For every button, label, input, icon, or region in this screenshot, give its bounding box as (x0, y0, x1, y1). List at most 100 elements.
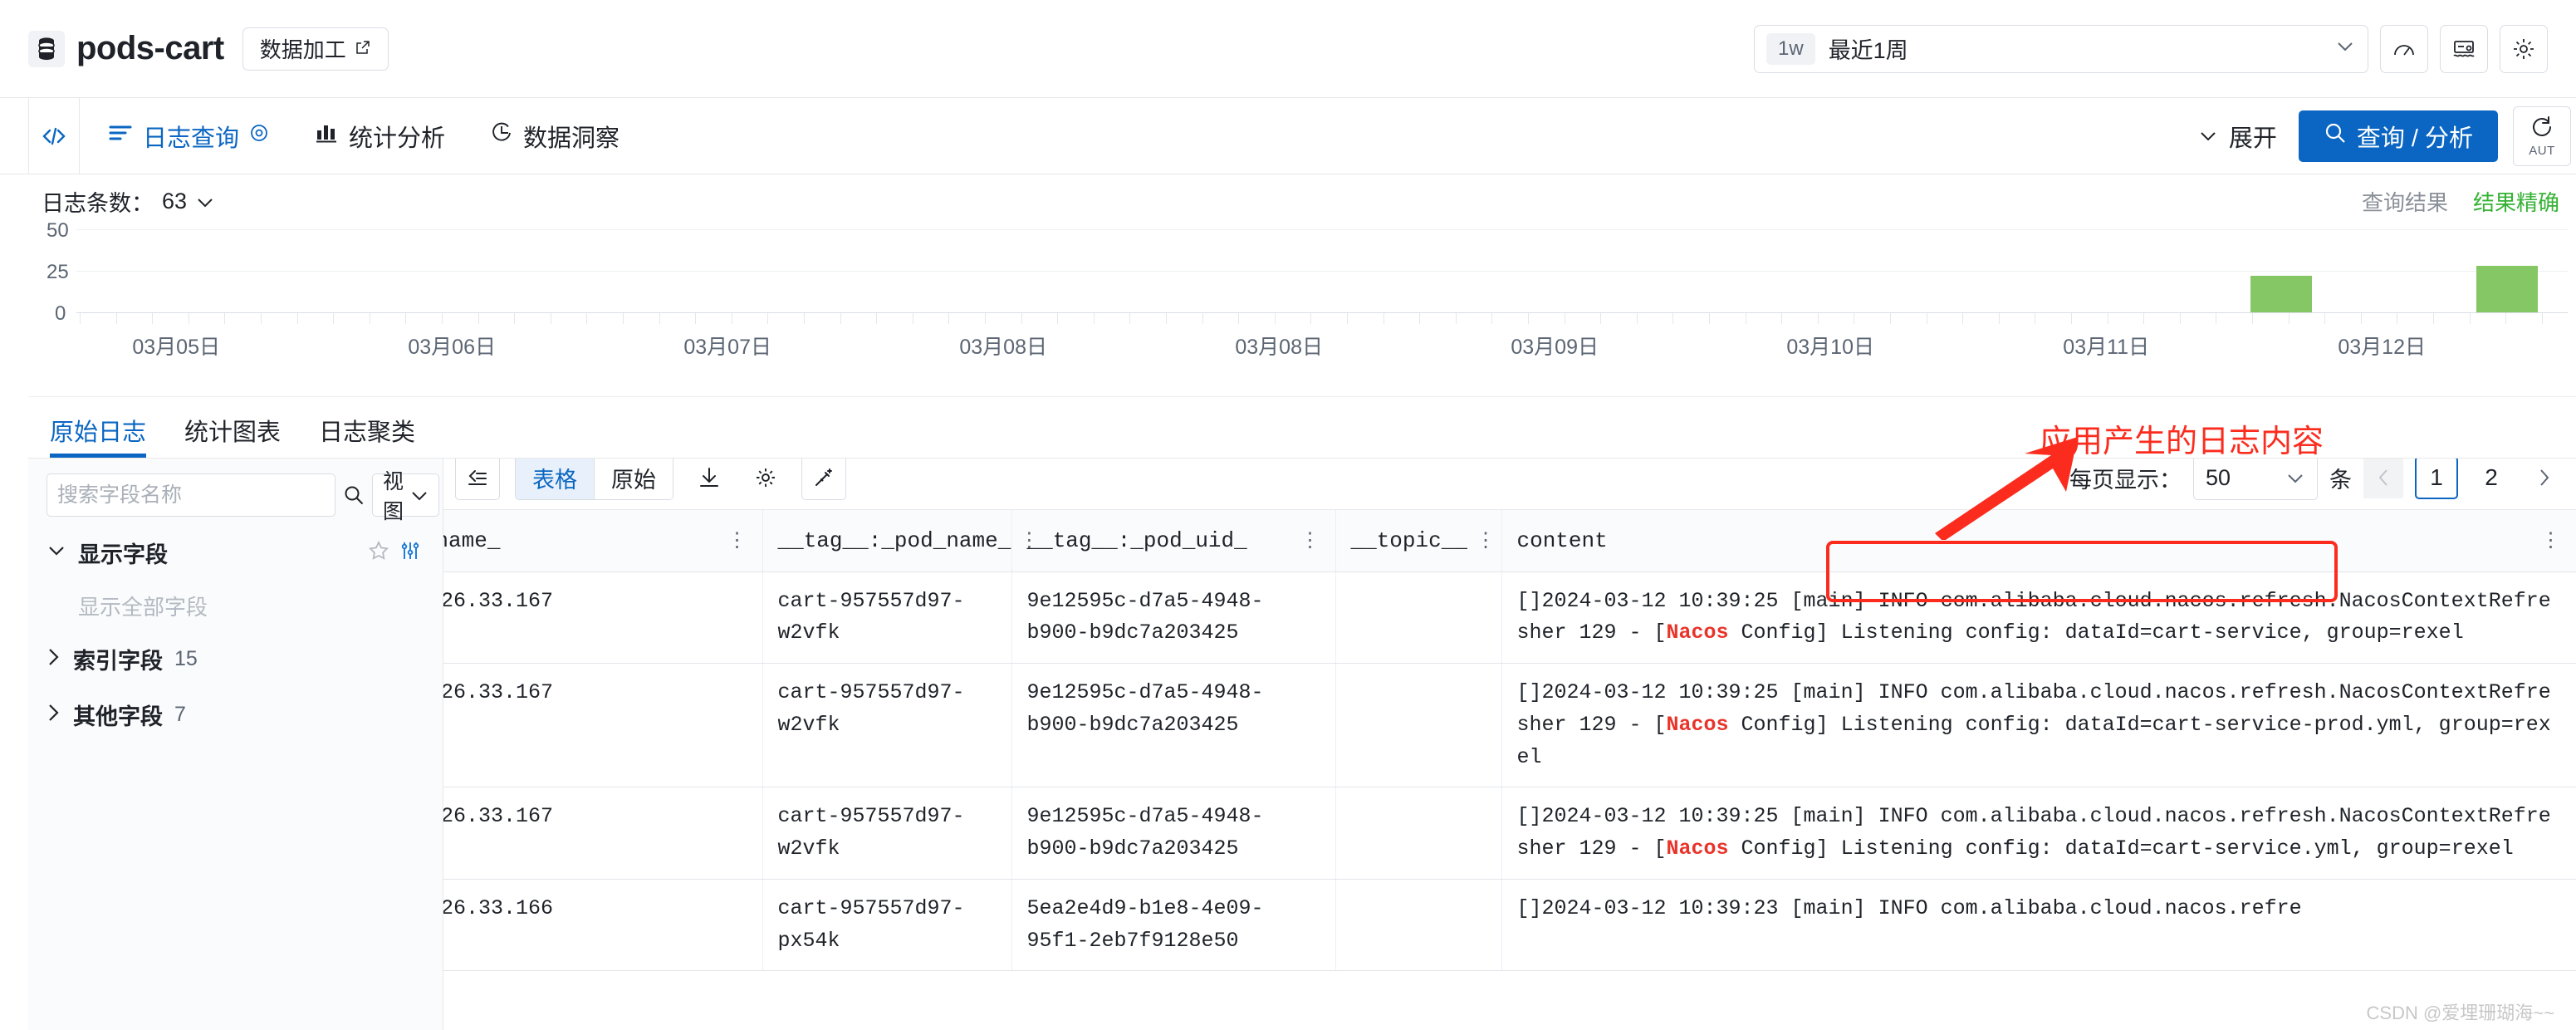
data-processing-button[interactable]: 数据加工 (242, 27, 389, 71)
tab-raw-logs[interactable]: 原始日志 (50, 413, 147, 458)
table-row[interactable]: n-shanghai.172.26.33.167cart-957557d97-w… (443, 571, 2576, 664)
histogram-chart[interactable]: 50 25 0 03月05日 03月06日 03月07日 03月08日 03月08日 03… (28, 219, 2576, 389)
cell-node_name: n-shanghai.172.26.33.167 (443, 663, 763, 788)
table-row[interactable]: n-shanghai.172.26.33.167cart-957557d97-w… (443, 787, 2576, 880)
alarm-monitor-icon[interactable] (2440, 24, 2488, 73)
gear-icon[interactable] (745, 459, 786, 500)
settings-gear-icon[interactable] (2500, 24, 2548, 73)
time-range-picker[interactable]: 1w 最近1周 (1754, 24, 2368, 73)
cell-content: []2024-03-12 10:39:25 [main] INFO com.al… (1501, 663, 2576, 788)
column-header-pod-name[interactable]: __tag__:_pod_name_ ⋮ (762, 510, 1039, 572)
view-mode-table[interactable]: 表格 (516, 459, 594, 499)
nav-item-log-query[interactable]: 日志查询 (108, 119, 269, 154)
external-link-icon (355, 36, 371, 61)
page-header: pods-cart 数据加工 1w 最近1周 (0, 0, 2576, 98)
log-count[interactable]: 日志条数： 63 (42, 185, 215, 218)
bar-chart-icon (314, 122, 339, 150)
tab-clustering[interactable]: 日志聚类 (319, 413, 415, 458)
x-axis-label: 03月11日 (2063, 336, 2150, 359)
code-brackets-icon[interactable] (28, 98, 80, 174)
view-mode-raw[interactable]: 原始 (594, 459, 673, 499)
x-axis-tick (514, 313, 516, 324)
x-axis-tick (1455, 313, 1457, 324)
dashboard-gauge-icon[interactable] (2380, 24, 2428, 73)
pagination: 每页显示： 50 条 1 2 (2069, 459, 2564, 500)
cell-pod_name: cart-957557d97-px54k (762, 879, 1012, 972)
x-axis-tick (2505, 313, 2507, 324)
sidebar-group-display-fields[interactable]: 显示字段 (28, 525, 443, 581)
table-row[interactable]: n-shanghai.172.26.33.166cart-957557d97-p… (443, 879, 2576, 972)
refresh-icon (2530, 115, 2554, 142)
tab-charts[interactable]: 统计图表 (184, 413, 281, 458)
x-axis-tick (2541, 313, 2543, 324)
nav-item-insight[interactable]: 数据洞察 (490, 119, 620, 154)
page-number-2[interactable]: 2 (2470, 459, 2513, 499)
nav-item-statistics[interactable]: 统计分析 (314, 119, 445, 154)
search-input[interactable] (47, 473, 335, 517)
query-analyze-button[interactable]: 查询 / 分析 (2298, 110, 2498, 162)
x-axis-tick (152, 313, 154, 324)
nav-item-insight-label: 数据洞察 (523, 125, 620, 152)
sidebar-all-fields-hint[interactable]: 显示全部字段 (28, 581, 443, 631)
magic-wand-icon[interactable] (801, 459, 846, 500)
sidebar-group-index-fields-count: 15 (174, 647, 198, 670)
search-icon[interactable] (342, 473, 365, 517)
view-dropdown-label: 视图 (383, 470, 404, 523)
x-axis-label: 03月12日 (2338, 336, 2426, 359)
cell-topic (1335, 787, 1502, 880)
sidebar-group-index-fields-label: 索引字段 (73, 649, 163, 674)
more-vertical-icon[interactable]: ⋮ (2533, 528, 2561, 553)
x-axis-tick (296, 313, 298, 324)
next-page-button[interactable] (2525, 459, 2564, 498)
x-axis-tick (405, 313, 407, 324)
column-header-node-name[interactable]: __tag__:_node_name_ ⋮ (443, 510, 763, 572)
x-axis-label: 03月08日 (959, 336, 1047, 359)
eye-icon[interactable] (249, 122, 269, 150)
more-vertical-icon[interactable]: ⋮ (719, 528, 747, 553)
prev-page-button[interactable] (2363, 459, 2403, 498)
x-axis-tick (1962, 313, 1964, 324)
gridline-50 (76, 229, 2568, 230)
more-vertical-icon[interactable]: ⋮ (1467, 528, 1496, 553)
column-header-topic[interactable]: __topic__ ⋮ (1335, 510, 1502, 572)
more-vertical-icon[interactable]: ⋮ (1292, 528, 1320, 553)
field-search-row: 视图 (28, 459, 443, 525)
column-header-pod-name-label: __tag__:_pod_name_ (777, 527, 1011, 553)
subnav-right: 展开 查询 / 分析 AUT (2176, 98, 2576, 174)
histogram-bar[interactable] (2476, 266, 2539, 312)
collapse-left-icon[interactable] (455, 459, 500, 500)
x-axis-tick (659, 313, 660, 324)
star-icon[interactable] (368, 540, 389, 566)
column-header-content-label: content (1516, 527, 1608, 553)
download-icon[interactable] (688, 459, 730, 500)
auto-refresh-label: AUT (2529, 143, 2555, 158)
sidebar-group-other-fields[interactable]: 其他字段 7 (28, 687, 443, 743)
x-axis-tick (1817, 313, 1819, 324)
page-number-1[interactable]: 1 (2415, 459, 2458, 499)
y-tick-0: 0 (55, 302, 66, 325)
nav-item-log-query-label: 日志查询 (143, 125, 240, 152)
log-table-region: 表格 原始 每页显示： 50 条 1 2 ame_ ⋮ __tag__:_pod… (443, 459, 2576, 1030)
column-header-pod-uid[interactable]: __tag__:_pod_uid_ ⋮ (1011, 510, 1336, 572)
expand-button[interactable]: 展开 (2176, 119, 2299, 154)
cell-topic (1335, 663, 1502, 788)
page-size-select[interactable]: 50 (2193, 459, 2318, 500)
sidebar-group-index-fields[interactable]: 索引字段 15 (28, 631, 443, 687)
data-processing-label: 数据加工 (259, 37, 346, 62)
result-status-group: 查询结果 结果精确 (2362, 186, 2559, 217)
database-icon (28, 30, 65, 67)
auto-refresh-button[interactable]: AUT (2513, 105, 2571, 166)
x-axis-tick (623, 313, 624, 324)
histogram-bar[interactable] (2250, 276, 2313, 312)
x-axis-tick (1021, 313, 1022, 324)
table-row[interactable]: n-shanghai.172.26.33.167cart-957557d97-w… (443, 663, 2576, 788)
cell-node_name: n-shanghai.172.26.33.166 (443, 879, 763, 972)
x-axis-tick (1890, 313, 1891, 324)
chevron-right-icon (47, 646, 61, 672)
x-axis-tick (804, 313, 805, 324)
view-dropdown[interactable]: 视图 (372, 470, 440, 523)
x-axis-tick (2143, 313, 2145, 324)
sliders-icon[interactable] (399, 540, 421, 566)
chevron-down-icon (410, 483, 429, 508)
x-axis-tick (767, 313, 769, 324)
